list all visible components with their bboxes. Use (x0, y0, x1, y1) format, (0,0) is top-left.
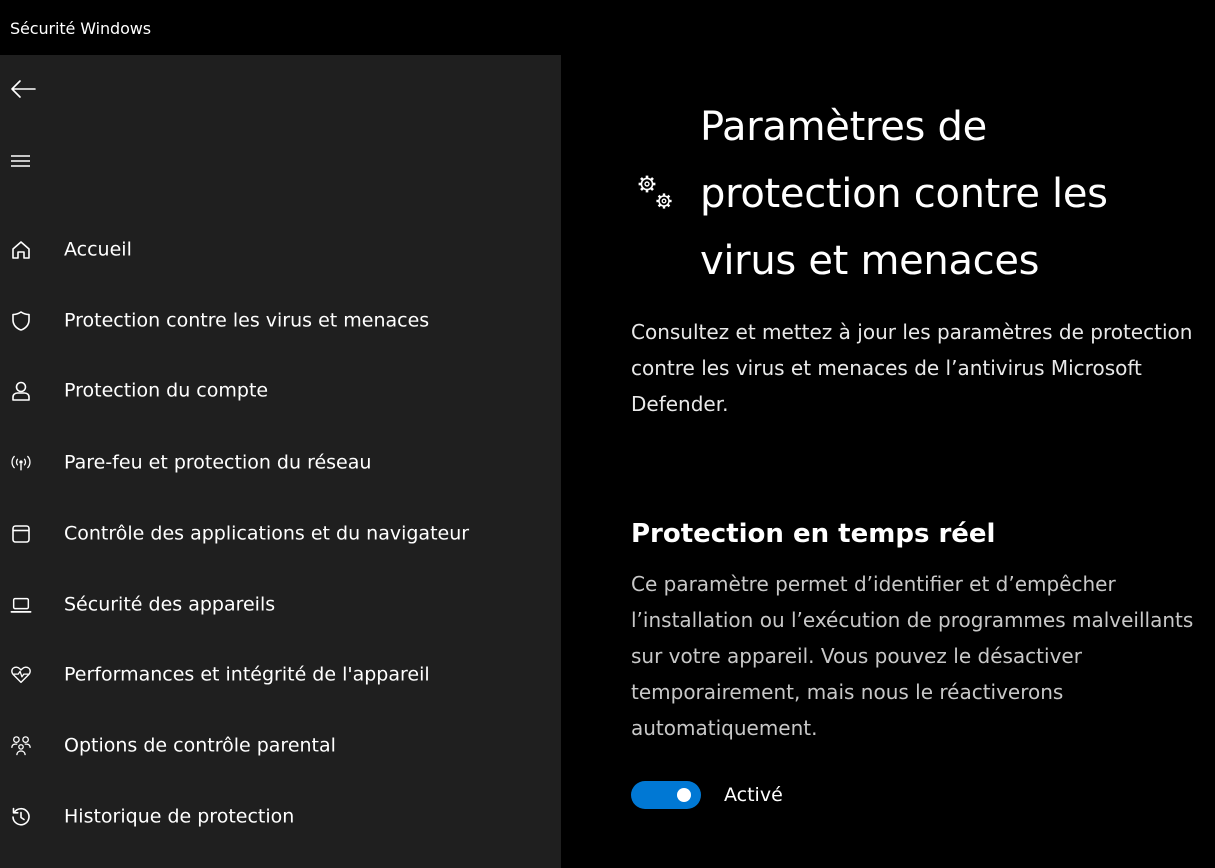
sidebar-item-label: Performances et intégrité de l'appareil (64, 663, 430, 686)
sidebar-item-firewall[interactable]: Pare-feu et protection du réseau (0, 443, 561, 483)
sidebar-item-app-browser-control[interactable]: Contrôle des applications et du navigate… (0, 504, 561, 564)
sidebar-item-home[interactable]: Accueil (0, 230, 561, 270)
realtime-protection-heading: Protection en temps réel (631, 519, 996, 549)
page-description: Consultez et mettez à jour les paramètre… (631, 320, 1193, 416)
wifi-signal-icon (10, 452, 32, 474)
browser-window-icon (10, 523, 32, 545)
gears-icon (638, 175, 672, 209)
sidebar-item-label: Sécurité des appareils (64, 593, 276, 616)
shield-icon (10, 310, 32, 332)
family-icon (10, 735, 32, 757)
home-icon (10, 239, 32, 261)
realtime-protection-toggle-row: Activé (631, 779, 931, 811)
sidebar-item-protection-history[interactable]: Historique de protection (0, 797, 561, 837)
laptop-icon (10, 594, 32, 616)
sidebar-item-device-security[interactable]: Sécurité des appareils (0, 585, 561, 625)
back-button[interactable] (4, 71, 44, 107)
sidebar-item-family-options[interactable]: Options de contrôle parental (0, 726, 561, 766)
sidebar-item-label: Pare-feu et protection du réseau (64, 451, 372, 474)
sidebar-item-account-protection[interactable]: Protection du compte (0, 371, 561, 411)
sidebar-item-label: Accueil (64, 238, 132, 261)
heart-pulse-icon (10, 664, 32, 686)
sidebar-item-label: Contrôle des applications et du navigate… (64, 522, 470, 545)
menu-button[interactable] (4, 143, 44, 179)
sidebar-item-virus-protection[interactable]: Protection contre les virus et menaces (0, 301, 561, 341)
app-window: Sécurité Windows Accueil Protection cont… (0, 0, 1215, 868)
history-icon (10, 806, 32, 828)
toggle-knob (677, 788, 691, 802)
realtime-protection-toggle[interactable] (631, 781, 701, 809)
sidebar-item-label: Protection contre les virus et menaces (64, 309, 430, 332)
toggle-state-label: Activé (724, 784, 783, 806)
title-bar: Sécurité Windows (0, 0, 1215, 55)
window-title: Sécurité Windows (10, 19, 151, 38)
back-arrow-icon (11, 80, 36, 98)
person-icon (10, 380, 32, 402)
sidebar-item-label: Protection du compte (64, 379, 269, 402)
sidebar-item-label: Historique de protection (64, 805, 295, 828)
hamburger-menu-icon (11, 155, 30, 167)
sidebar-item-label: Options de contrôle parental (64, 734, 336, 757)
sidebar: Accueil Protection contre les virus et m… (0, 55, 561, 868)
realtime-protection-description: Ce paramètre permet d’identifier et d’em… (631, 572, 1194, 740)
page-title: Paramètres de protection contre les viru… (700, 104, 1108, 284)
sidebar-item-device-performance[interactable]: Performances et intégrité de l'appareil (0, 655, 561, 695)
